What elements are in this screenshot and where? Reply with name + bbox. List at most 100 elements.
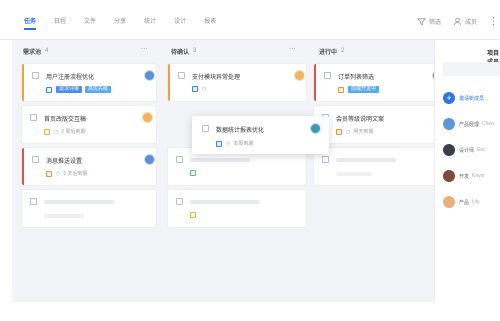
task-checkbox[interactable] (30, 198, 37, 205)
tab-stats[interactable]: 统计 (144, 16, 156, 30)
member-item[interactable]: 开发 Kevin (443, 170, 485, 182)
more-icon[interactable]: ⋮ (489, 16, 498, 27)
task-checkbox[interactable] (178, 72, 185, 79)
column-header: 待确认 3 ··· (160, 40, 300, 62)
assignee-avatar[interactable] (142, 112, 153, 123)
kanban-board: 需求池 4 ··· 用户注册流程优化 需求评审 高优先级 首页改版交互稿 ◷ 2… (12, 40, 444, 302)
task-card-placeholder[interactable] (314, 148, 444, 185)
column-in-progress: 进行中 2 ··· 订单列表筛选 前端开发中 会员等级说明文案 ◷ 明天到期 (308, 40, 448, 185)
member-name: Kevin (472, 173, 485, 179)
member-item[interactable]: 设计师 Eric (443, 144, 486, 156)
task-card-placeholder[interactable] (168, 190, 306, 227)
task-title: 订单列表筛选 (338, 75, 375, 81)
task-checkbox[interactable] (176, 198, 183, 205)
placeholder-line (44, 214, 84, 218)
tab-schedule[interactable]: 日程 (54, 16, 66, 30)
member-button[interactable]: 成员 (453, 17, 477, 26)
toolbar-right: 筛选 成员 ⋮ (416, 16, 500, 27)
avatar (443, 196, 455, 208)
task-title: 首页改版交互稿 (44, 117, 87, 123)
task-card[interactable]: 用户注册流程优化 需求评审 高优先级 (22, 64, 156, 101)
invite-member-button[interactable]: + 邀请新成员 (443, 92, 484, 104)
task-title: 会员等级说明文案 (336, 117, 385, 123)
task-card-placeholder[interactable] (22, 190, 156, 227)
clock-icon: ◷ (54, 128, 59, 135)
dragging-task-card[interactable]: 数据统计报表优化 ◷ 本周到期 (192, 116, 329, 154)
view-tabs: 任务 日程 文件 分享 统计 设计 报表 (24, 16, 234, 30)
task-card[interactable]: 首页改版交互稿 ◷ 2 周后到期 (22, 106, 156, 143)
top-bar: 任务 日程 文件 分享 统计 设计 报表 筛选 成员 ⋮ (0, 0, 500, 40)
add-task-row[interactable] (314, 193, 454, 205)
task-checkbox[interactable] (30, 114, 37, 121)
task-type-icon (192, 86, 198, 92)
due-text: 2 周后到期 (61, 129, 86, 135)
members-panel: 项目成员 + 邀请新成员 产品经理 Chen 设计师 Eric 开发 Kevin… (434, 40, 500, 302)
task-title: 消息推送设置 (46, 159, 83, 165)
task-checkbox[interactable] (322, 156, 329, 163)
task-card[interactable]: 订单列表筛选 前端开发中 (314, 64, 444, 101)
assignee-avatar[interactable] (294, 70, 305, 81)
assignee-avatar[interactable] (310, 123, 321, 134)
task-title: 数据统计报表优化 (216, 128, 265, 134)
tab-share[interactable]: 分享 (114, 16, 126, 30)
task-tags: 需求评审 高优先级 (46, 86, 114, 93)
column-title: 待确认 (171, 49, 190, 56)
column-header: 进行中 2 ··· (308, 40, 448, 62)
task-card[interactable]: 会员等级说明文案 ◷ 明天到期 (314, 106, 444, 143)
member-item[interactable]: 产品 Lily (443, 196, 480, 208)
member-name: Chen (482, 121, 494, 127)
task-title: 支付模块异常处理 (192, 75, 241, 81)
task-meta: ◷ 本周到期 (216, 140, 253, 147)
member-role: 设计师 (459, 147, 475, 154)
task-card[interactable]: 支付模块异常处理 ◷ (168, 64, 306, 101)
tab-files[interactable]: 文件 (84, 16, 96, 30)
task-type-icon (190, 212, 196, 218)
task-card[interactable]: 消息推送设置 ◷ 5 天后到期 (22, 148, 156, 185)
member-search-input[interactable] (443, 62, 500, 76)
member-role: 开发 (459, 173, 470, 180)
column-count: 3 (193, 48, 197, 54)
placeholder-line (190, 200, 260, 204)
tab-tasks[interactable]: 任务 (24, 16, 37, 30)
filter-label: 筛选 (428, 20, 441, 26)
task-meta (190, 170, 200, 176)
column-title: 需求池 (23, 49, 42, 56)
member-item[interactable]: 产品经理 Chen (443, 118, 494, 130)
column-more-icon[interactable]: ··· (141, 46, 148, 53)
placeholder-line (190, 158, 250, 162)
tag-badge: 需求评审 (56, 86, 83, 93)
avatar (443, 170, 455, 182)
member-name: Eric (477, 147, 486, 153)
due-text: 5 天后到期 (63, 171, 88, 177)
tag-badge: 高优先级 (85, 86, 112, 93)
task-type-icon (190, 170, 196, 176)
task-tags: 前端开发中 (338, 86, 382, 93)
task-meta: ◷ (192, 86, 209, 92)
tab-reports[interactable]: 报表 (204, 16, 216, 30)
placeholder-line (336, 158, 396, 162)
tab-design[interactable]: 设计 (174, 16, 186, 30)
task-checkbox[interactable] (32, 72, 39, 79)
member-name: Lily (472, 199, 480, 205)
task-meta: ◷ 5 天后到期 (46, 170, 88, 177)
task-meta (190, 212, 200, 218)
task-checkbox[interactable] (32, 156, 39, 163)
task-checkbox[interactable] (176, 156, 183, 163)
assignee-avatar[interactable] (144, 70, 155, 81)
clock-icon: ◷ (226, 140, 231, 147)
task-title: 用户注册流程优化 (46, 75, 95, 81)
member-role: 产品 (459, 199, 470, 206)
filter-button[interactable]: 筛选 (416, 17, 441, 26)
task-checkbox[interactable] (324, 72, 331, 79)
task-type-icon (216, 140, 222, 147)
add-task-row[interactable] (168, 235, 308, 247)
add-task-row[interactable] (22, 235, 162, 247)
assignee-avatar[interactable] (144, 154, 155, 165)
placeholder-line (44, 200, 114, 204)
column-more-icon[interactable]: ··· (289, 46, 296, 53)
bottom-area (0, 302, 500, 321)
clock-icon: ◷ (202, 86, 207, 92)
task-checkbox[interactable] (202, 125, 209, 132)
column-count: 2 (341, 48, 345, 54)
clock-icon: ◷ (56, 170, 61, 177)
